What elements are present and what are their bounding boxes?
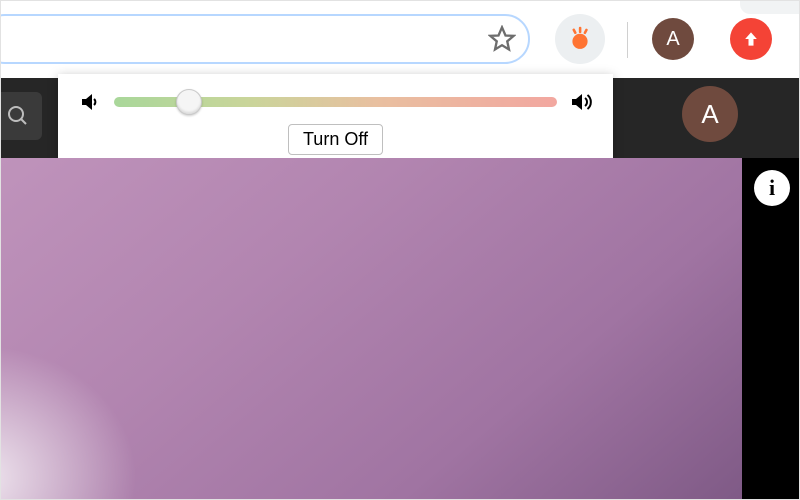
search-icon <box>6 104 30 128</box>
volume-slider[interactable] <box>114 97 557 107</box>
update-badge[interactable] <box>730 18 772 60</box>
video-sidebar <box>742 158 800 500</box>
info-button[interactable]: i <box>754 170 790 206</box>
volume-extension-icon <box>566 25 594 53</box>
volume-slider-thumb[interactable] <box>176 89 202 115</box>
address-bar[interactable] <box>0 14 530 64</box>
extension-button[interactable] <box>555 14 605 64</box>
bookmark-star-icon[interactable] <box>488 25 516 53</box>
browser-chrome-edge <box>740 0 800 14</box>
content-area: i <box>0 158 800 500</box>
speaker-low-icon <box>78 90 102 114</box>
video-viewport[interactable] <box>0 158 742 500</box>
profile-avatar-appbar[interactable]: A <box>682 86 738 142</box>
search-button[interactable] <box>0 92 42 140</box>
speaker-high-icon <box>569 90 593 114</box>
turn-off-button[interactable]: Turn Off <box>288 124 383 155</box>
arrow-up-icon <box>741 29 761 49</box>
toolbar-divider <box>627 22 628 58</box>
profile-avatar-toolbar[interactable]: A <box>652 18 694 60</box>
